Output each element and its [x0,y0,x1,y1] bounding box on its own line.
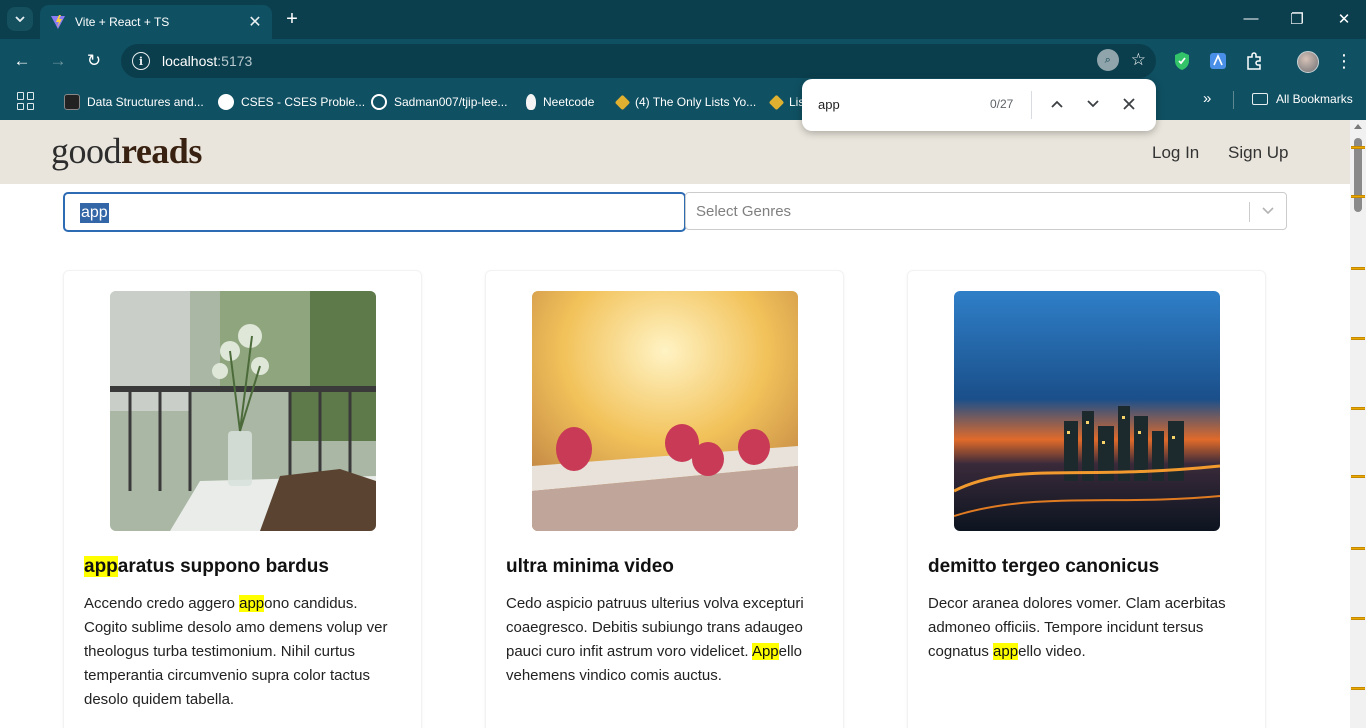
tab-title: Vite + React + TS [75,15,170,29]
page-viewport: goodreads Log In Sign Up app Select Genr… [0,120,1350,728]
genre-select[interactable]: Select Genres [685,192,1287,230]
book-card[interactable]: ultra minima video Cedo aspicio patruus … [485,270,844,728]
list-site-icon [768,94,785,110]
book-title[interactable]: ultra minima video [506,556,826,578]
list-site-icon [614,94,631,110]
close-window-button[interactable]: ✕ [1334,10,1354,28]
bookmark-item[interactable]: Lis [768,92,804,112]
genre-placeholder: Select Genres [696,203,792,220]
find-match-marker [1351,687,1365,690]
restore-button[interactable]: ❐ [1287,10,1307,28]
apps-grid-icon[interactable] [17,92,35,110]
bookmarks-divider [1233,91,1234,109]
search-selected-text: app [80,203,109,223]
book-title[interactable]: apparatus suppono bardus [84,556,404,578]
tab-close-icon[interactable]: ✕ [246,12,264,32]
book-description: Decor aranea dolores vomer. Clam acerbit… [928,595,1226,660]
book-cover-image [532,291,798,531]
find-match-marker [1351,195,1365,198]
book-card[interactable]: demitto tergeo canonicus Decor aranea do… [907,270,1266,728]
find-match-marker [1351,337,1365,340]
book-description: Accendo credo aggero appono candidus. Co… [84,595,388,708]
find-next-button[interactable] [1082,93,1104,115]
book-card[interactable]: apparatus suppono bardus Accendo credo a… [63,270,422,728]
book-title[interactable]: demitto tergeo canonicus [928,556,1248,578]
github-icon [371,94,387,110]
book-search-input[interactable] [63,192,686,232]
bookmark-item[interactable]: Neetcode [526,92,594,112]
find-input[interactable]: app [818,97,840,112]
folder-icon [1252,93,1268,105]
scrollbar-thumb[interactable] [1354,138,1362,212]
page-scrollbar[interactable] [1350,120,1366,728]
shield-extension-icon[interactable] [1172,51,1192,71]
find-match-count: 0/27 [990,97,1014,111]
find-match-marker [1351,617,1365,620]
browser-menu-icon[interactable]: ⋮ [1335,50,1353,72]
all-bookmarks-button[interactable]: All Bookmarks [1252,92,1353,106]
tab-search-button[interactable] [7,7,33,31]
back-arrow-icon[interactable]: ← [11,51,33,71]
goodreads-logo[interactable]: goodreads [51,130,202,172]
find-match-marker [1351,146,1365,149]
close-icon [1123,98,1135,110]
bookmark-favicon-icon [64,94,80,110]
forward-arrow-icon[interactable]: → [47,51,69,71]
chevron-down-icon [1087,100,1099,108]
find-in-page-icon[interactable]: ⌕ [1096,49,1119,71]
book-description: Cedo aspicio patruus ulterius volva exce… [506,595,804,684]
chevron-up-icon [1051,100,1063,108]
neetcode-icon [526,94,536,110]
bookmark-item[interactable]: Sadman007/tjip-lee... [371,92,507,112]
translate-extension-icon[interactable] [1208,51,1228,71]
minimize-button[interactable]: — [1241,10,1261,27]
bookmark-item[interactable]: CSES - CSES Proble... [218,92,365,112]
find-bar: app 0/27 [802,79,1156,131]
url-port: :5173 [217,53,253,69]
tab-strip: Vite + React + TS ✕ + — ❐ ✕ [0,0,1366,39]
bookmarks-bar: Data Structures and... CSES - CSES Probl… [0,84,1366,120]
new-tab-button[interactable]: + [281,8,303,31]
globe-icon [218,94,234,110]
chevron-down-icon[interactable] [1259,201,1277,221]
find-match-marker [1351,475,1365,478]
find-match-marker [1351,407,1365,410]
site-info-icon[interactable]: i [132,52,150,70]
extensions-puzzle-icon[interactable] [1244,51,1264,71]
profile-avatar[interactable] [1297,51,1319,73]
select-indicator-divider [1249,202,1250,222]
browser-toolbar: ← → ↻ i localhost:5173 ⌕ ☆ [0,39,1366,84]
active-tab[interactable]: Vite + React + TS ✕ [40,5,272,39]
bookmark-star-icon[interactable]: ☆ [1131,50,1146,70]
login-link[interactable]: Log In [1152,143,1199,163]
bookmark-item[interactable]: Data Structures and... [64,92,204,112]
find-close-button[interactable] [1118,93,1140,115]
find-divider [1031,91,1032,119]
reload-icon[interactable]: ↻ [83,51,105,71]
find-match-marker [1351,267,1365,270]
chevron-down-icon [15,16,25,22]
bookmark-item[interactable]: (4) The Only Lists Yo... [614,92,756,112]
book-cover-image [954,291,1220,531]
vite-logo-icon [51,15,65,29]
book-cover-image [110,291,376,531]
find-previous-button[interactable] [1046,93,1068,115]
find-match-marker [1351,547,1365,550]
signup-link[interactable]: Sign Up [1228,143,1288,163]
address-bar[interactable]: i localhost:5173 ⌕ ☆ [121,44,1156,78]
url-host: localhost [162,53,218,69]
scroll-up-arrow-icon[interactable] [1354,124,1362,129]
more-bookmarks-icon[interactable]: » [1203,90,1211,107]
